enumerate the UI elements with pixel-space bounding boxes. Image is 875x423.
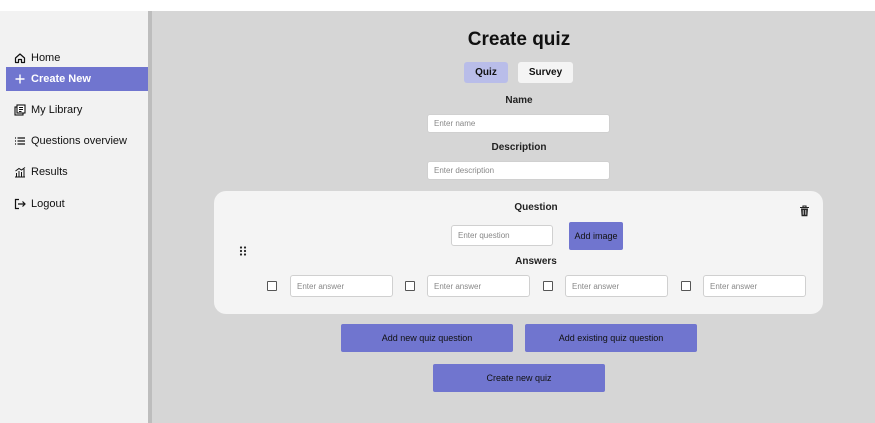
add-new-quiz-question-button[interactable]: Add new quiz question xyxy=(341,324,513,352)
chart-icon xyxy=(14,166,26,178)
description-label: Description xyxy=(491,142,547,153)
tab-survey[interactable]: Survey xyxy=(518,62,573,83)
sidebar-item-create-new[interactable]: Create New xyxy=(6,67,150,91)
answer-checkbox[interactable] xyxy=(267,281,277,291)
answer-checkbox[interactable] xyxy=(405,281,415,291)
sidebar-item-label: Home xyxy=(31,52,61,64)
answers-label: Answers xyxy=(515,256,557,267)
trash-icon[interactable] xyxy=(799,204,810,217)
name-input[interactable] xyxy=(427,114,610,133)
sidebar-item-label: Create New xyxy=(31,73,91,85)
tab-quiz[interactable]: Quiz xyxy=(464,62,508,83)
sidebar-item-label: Results xyxy=(31,166,68,178)
sidebar-item-label: Questions overview xyxy=(31,135,127,147)
answer-input[interactable] xyxy=(703,275,806,297)
answer-checkbox[interactable] xyxy=(681,281,691,291)
page-title: Create quiz xyxy=(467,29,571,50)
name-label: Name xyxy=(505,95,533,106)
description-input[interactable] xyxy=(427,161,610,180)
question-label: Question xyxy=(514,202,558,213)
sidebar: Home Create New My Library Questions ove… xyxy=(0,11,150,423)
home-icon xyxy=(14,52,26,64)
sidebar-item-logout[interactable]: Logout xyxy=(6,192,150,216)
add-existing-quiz-question-button[interactable]: Add existing quiz question xyxy=(525,324,697,352)
drag-handle-icon[interactable] xyxy=(238,244,248,256)
answer-input[interactable] xyxy=(427,275,530,297)
sidebar-item-my-library[interactable]: My Library xyxy=(6,98,150,122)
create-new-quiz-button[interactable]: Create new quiz xyxy=(433,364,605,392)
plus-icon xyxy=(14,73,26,85)
add-image-button[interactable]: Add image xyxy=(569,222,623,250)
library-icon xyxy=(14,104,26,116)
answer-checkbox[interactable] xyxy=(543,281,553,291)
sidebar-item-questions-overview[interactable]: Questions overview xyxy=(6,129,150,153)
sidebar-item-label: Logout xyxy=(31,198,65,210)
sidebar-item-label: My Library xyxy=(31,104,83,116)
question-input[interactable] xyxy=(451,225,553,246)
list-icon xyxy=(14,135,26,147)
answer-input[interactable] xyxy=(290,275,393,297)
logout-icon xyxy=(14,198,26,210)
answer-input[interactable] xyxy=(565,275,668,297)
sidebar-item-results[interactable]: Results xyxy=(6,160,150,184)
